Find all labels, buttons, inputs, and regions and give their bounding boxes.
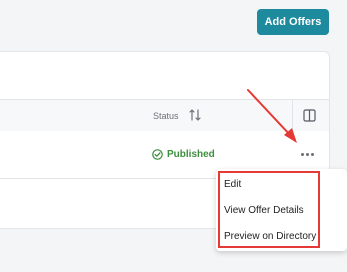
row-actions-menu: Edit View Offer Details Preview on Direc… — [216, 169, 347, 251]
table-header-row: Status — [0, 99, 329, 132]
add-offers-button[interactable]: Add Offers — [257, 9, 329, 35]
more-horizontal-icon[interactable] — [297, 146, 317, 162]
check-circle-icon — [152, 149, 163, 160]
status-badge: Published — [152, 131, 215, 178]
menu-item-preview-on-directory[interactable]: Preview on Directory — [224, 227, 316, 245]
column-divider — [292, 100, 293, 131]
menu-item-edit[interactable]: Edit — [224, 175, 241, 193]
menu-item-view-offer-details[interactable]: View Offer Details — [224, 201, 304, 219]
columns-icon[interactable] — [303, 109, 316, 122]
sort-arrows-icon[interactable] — [188, 108, 202, 122]
status-text: Published — [167, 149, 215, 160]
status-column-header[interactable]: Status — [153, 100, 179, 131]
